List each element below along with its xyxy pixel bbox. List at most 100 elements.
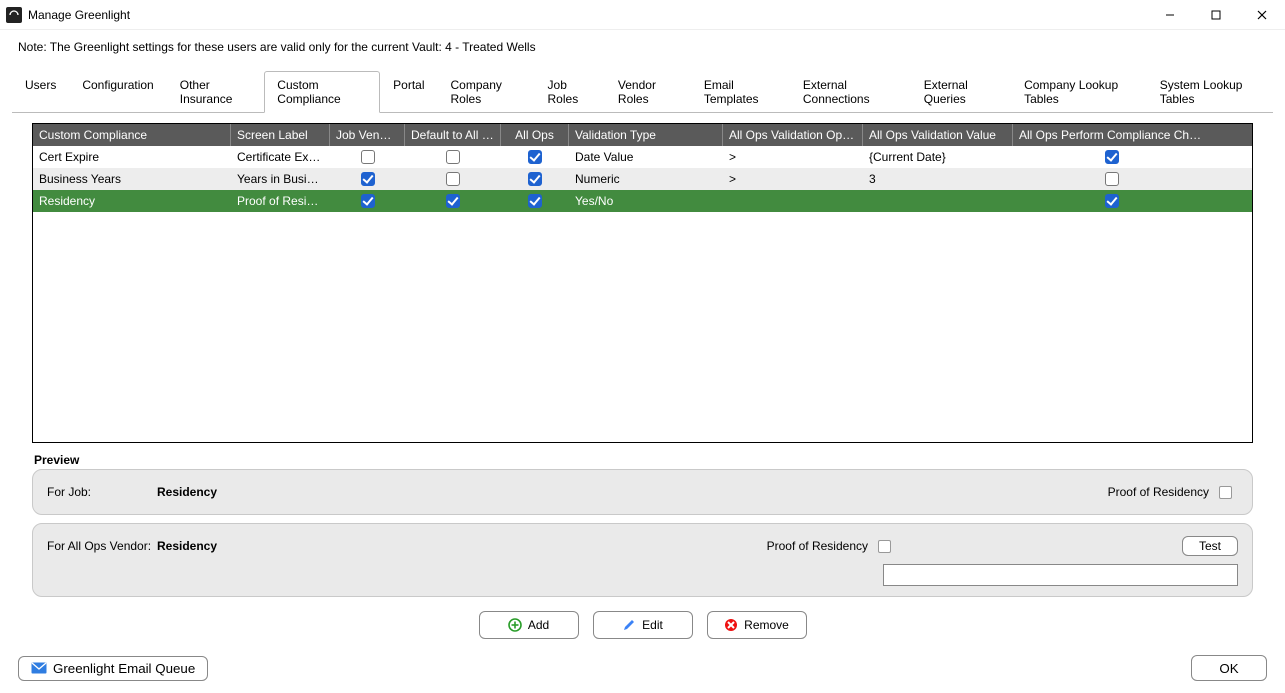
cell: Cert Expire	[33, 150, 231, 164]
tab-email-templates[interactable]: Email Templates	[691, 71, 790, 113]
preview-vendor-panel: For All Ops Vendor: Residency Proof of R…	[32, 523, 1253, 597]
pencil-icon	[622, 618, 636, 632]
column-header[interactable]: Screen Label	[231, 124, 330, 146]
remove-label: Remove	[744, 618, 789, 632]
edit-label: Edit	[642, 618, 663, 632]
cell: Date Value	[569, 150, 723, 164]
cell: Certificate Expirati...	[231, 150, 330, 164]
cell: Residency	[33, 194, 231, 208]
column-header[interactable]: Custom Compliance	[33, 124, 231, 146]
table-row[interactable]: Cert ExpireCertificate Expirati... Date V…	[33, 146, 1252, 168]
column-header[interactable]: All Ops Validation Operator	[723, 124, 863, 146]
preview-job-checkbox[interactable]	[1219, 486, 1232, 499]
cell: Yes/No	[569, 194, 723, 208]
checkbox[interactable]	[1105, 172, 1119, 186]
cell	[405, 172, 501, 186]
cell	[330, 172, 405, 186]
tab-vendor-roles[interactable]: Vendor Roles	[605, 71, 691, 113]
checkbox[interactable]	[528, 150, 542, 164]
checkbox[interactable]	[361, 194, 375, 208]
table-row[interactable]: Business YearsYears in Business Numeric>3	[33, 168, 1252, 190]
preview-job-proof-label: Proof of Residency	[1108, 485, 1209, 499]
cell	[501, 194, 569, 208]
add-label: Add	[528, 618, 549, 632]
tab-system-lookup-tables[interactable]: System Lookup Tables	[1147, 71, 1273, 113]
tab-external-connections[interactable]: External Connections	[790, 71, 911, 113]
window-title: Manage Greenlight	[28, 8, 130, 22]
table-row[interactable]: ResidencyProof of Residency Yes/No	[33, 190, 1252, 212]
test-button[interactable]: Test	[1182, 536, 1238, 556]
titlebar: Manage Greenlight	[0, 0, 1285, 30]
preview-vendor-label: For All Ops Vendor:	[47, 539, 157, 553]
checkbox[interactable]	[361, 172, 375, 186]
tab-custom-compliance[interactable]: Custom Compliance	[264, 71, 380, 113]
tab-company-roles[interactable]: Company Roles	[438, 71, 535, 113]
grid-body: Cert ExpireCertificate Expirati... Date V…	[33, 146, 1252, 212]
cell: Business Years	[33, 172, 231, 186]
compliance-grid[interactable]: Custom ComplianceScreen LabelJob Vendors…	[32, 123, 1253, 443]
plus-circle-icon	[508, 618, 522, 632]
cell: Years in Business	[231, 172, 330, 186]
cell	[405, 150, 501, 164]
cell: {Current Date}	[863, 150, 1013, 164]
preview-vendor-value: Residency	[157, 539, 217, 553]
checkbox[interactable]	[446, 194, 460, 208]
checkbox[interactable]	[1105, 150, 1119, 164]
remove-button[interactable]: Remove	[707, 611, 807, 639]
cell	[1013, 194, 1210, 208]
column-header[interactable]: All Ops Perform Compliance Check	[1013, 124, 1210, 146]
tab-portal[interactable]: Portal	[380, 71, 437, 113]
cell	[330, 150, 405, 164]
checkbox[interactable]	[446, 172, 460, 186]
checkbox[interactable]	[446, 150, 460, 164]
note-text: Note: The Greenlight settings for these …	[0, 30, 1285, 60]
checkbox[interactable]	[361, 150, 375, 164]
email-queue-button[interactable]: Greenlight Email Queue	[18, 656, 208, 681]
preview-title: Preview	[34, 453, 1253, 467]
test-result-box[interactable]	[883, 564, 1238, 586]
cell: >	[723, 172, 863, 186]
preview-vendor-proof-label: Proof of Residency	[767, 539, 868, 553]
cell	[405, 194, 501, 208]
cell	[501, 150, 569, 164]
cell	[501, 172, 569, 186]
app-icon	[6, 7, 22, 23]
footer: Greenlight Email Queue OK	[0, 649, 1285, 693]
tab-configuration[interactable]: Configuration	[69, 71, 166, 113]
tab-bar: UsersConfigurationOther InsuranceCustom …	[0, 60, 1285, 112]
column-header[interactable]: All Ops Validation Value	[863, 124, 1013, 146]
edit-button[interactable]: Edit	[593, 611, 693, 639]
checkbox[interactable]	[528, 172, 542, 186]
tab-job-roles[interactable]: Job Roles	[535, 71, 605, 113]
cell: Proof of Residency	[231, 194, 330, 208]
preview-job-value: Residency	[157, 485, 217, 499]
checkbox[interactable]	[1105, 194, 1119, 208]
cell: >	[723, 150, 863, 164]
cell	[1013, 150, 1210, 164]
maximize-button[interactable]	[1193, 0, 1239, 30]
tab-company-lookup-tables[interactable]: Company Lookup Tables	[1011, 71, 1147, 113]
tab-external-queries[interactable]: External Queries	[911, 71, 1011, 113]
cell: 3	[863, 172, 1013, 186]
column-header[interactable]: Validation Type	[569, 124, 723, 146]
email-queue-label: Greenlight Email Queue	[53, 661, 195, 676]
preview-job-label: For Job:	[47, 485, 157, 499]
column-header[interactable]: Job Vendors	[330, 124, 405, 146]
preview-job-panel: For Job: Residency Proof of Residency	[32, 469, 1253, 515]
tab-users[interactable]: Users	[12, 71, 69, 113]
remove-circle-icon	[724, 618, 738, 632]
cell	[330, 194, 405, 208]
add-button[interactable]: Add	[479, 611, 579, 639]
cell	[1013, 172, 1210, 186]
action-row: Add Edit Remove	[32, 605, 1253, 643]
close-button[interactable]	[1239, 0, 1285, 30]
ok-button[interactable]: OK	[1191, 655, 1267, 681]
column-header[interactable]: Default to All Jobs	[405, 124, 501, 146]
cell: Numeric	[569, 172, 723, 186]
preview-vendor-checkbox[interactable]	[878, 540, 891, 553]
minimize-button[interactable]	[1147, 0, 1193, 30]
column-header[interactable]: All Ops	[501, 124, 569, 146]
checkbox[interactable]	[528, 194, 542, 208]
tab-other-insurance[interactable]: Other Insurance	[167, 71, 265, 113]
mail-icon	[31, 662, 47, 674]
